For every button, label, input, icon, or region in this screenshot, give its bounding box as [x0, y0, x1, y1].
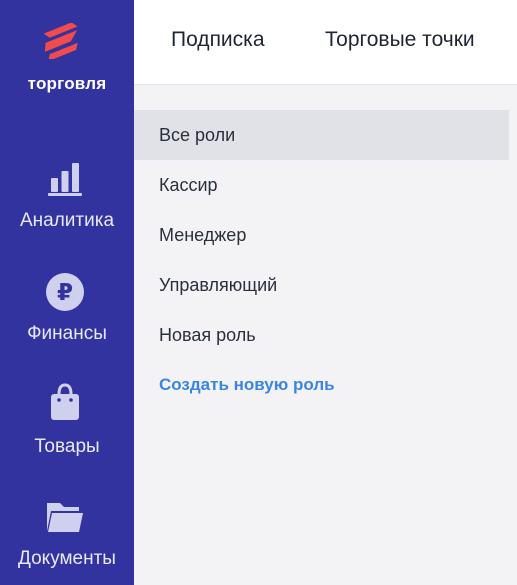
sidebar-item-documents[interactable]: Документы — [0, 497, 134, 585]
role-item-supervisor[interactable]: Управляющий — [134, 260, 509, 310]
sidebar-item-finance[interactable]: ₽ Финансы — [0, 272, 134, 372]
sidebar-item-label: Аналитика — [19, 210, 115, 231]
create-role-link[interactable]: Создать новую роль — [134, 360, 509, 410]
sidebar: торговля Аналитика ₽ Финансы Товары Доку… — [0, 0, 134, 585]
top-nav: Подписка Торговые точки — [134, 0, 517, 85]
folder-icon — [47, 503, 83, 532]
sidebar-item-analytics[interactable]: Аналитика — [0, 160, 134, 260]
bar-chart-icon — [48, 163, 82, 196]
roles-panel: Все роли Кассир Менеджер Управляющий Нов… — [134, 85, 517, 585]
sidebar-item-label: Товары — [34, 436, 100, 457]
tab-subscription[interactable]: Подписка — [171, 28, 265, 52]
sidebar-item-label: Документы — [18, 548, 116, 569]
tab-sales-points[interactable]: Торговые точки — [325, 28, 475, 52]
sidebar-item-label: Финансы — [27, 323, 107, 344]
app-window: торговля Аналитика ₽ Финансы Товары Доку… — [0, 0, 517, 585]
ruble-coin-icon: ₽ — [46, 273, 84, 311]
shopping-bag-icon — [51, 383, 79, 420]
svg-text:₽: ₽ — [57, 280, 73, 306]
sidebar-item-products[interactable]: Товары — [0, 382, 134, 482]
role-item-new[interactable]: Новая роль — [134, 310, 509, 360]
roles-list: Все роли Кассир Менеджер Управляющий Нов… — [134, 110, 509, 410]
role-item-cashier[interactable]: Кассир — [134, 160, 509, 210]
role-item-manager[interactable]: Менеджер — [134, 210, 509, 260]
brand-name: торговля — [27, 74, 107, 93]
brand-logo[interactable]: торговля — [0, 0, 134, 110]
role-item-all[interactable]: Все роли — [134, 110, 509, 160]
brand-logo-icon — [43, 23, 78, 59]
